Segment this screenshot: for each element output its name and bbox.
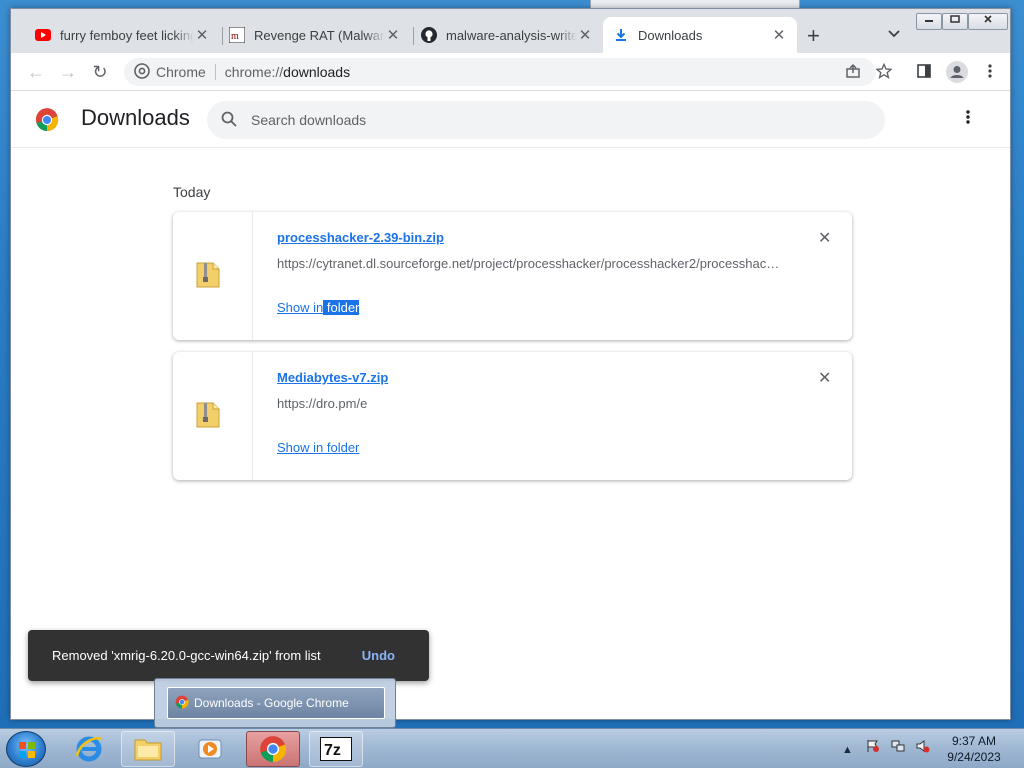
search-input[interactable]: [251, 112, 851, 128]
forward-button[interactable]: →: [57, 61, 79, 83]
internet-explorer-icon[interactable]: [62, 731, 116, 767]
close-window-button[interactable]: [968, 13, 1008, 30]
url-scheme: chrome://: [224, 64, 284, 80]
download-filename-link[interactable]: processhacker-2.39-bin.zip: [277, 230, 444, 245]
address-bar[interactable]: Chrome chrome://downloads: [124, 58, 876, 86]
taskbar-window-list: Downloads - Google Chrome: [154, 678, 396, 728]
chrome-taskbar-button[interactable]: [246, 731, 300, 767]
remove-from-list-button[interactable]: ✕: [818, 368, 831, 388]
page-title: Downloads: [81, 105, 190, 130]
youtube-icon: [35, 27, 51, 43]
tab-title: malware-analysis-writeu: [446, 27, 577, 43]
zip-file-icon: [195, 259, 221, 289]
svg-text:7z: 7z: [324, 742, 341, 759]
tab-search-chevron-icon[interactable]: [888, 27, 900, 41]
download-icon: [613, 27, 629, 43]
site-label: Chrome: [156, 64, 206, 80]
system-clock[interactable]: 9:37 AM 9/24/2023: [936, 733, 1012, 765]
malwarebazaar-icon: m: [229, 27, 245, 43]
toast-message: Removed 'xmrig-6.20.0-gcc-win64.zip' fro…: [52, 648, 321, 663]
tab-title: Revenge RAT (Malware F: [254, 27, 385, 43]
action-center-flag-icon[interactable]: [866, 740, 883, 756]
taskbar-window-item[interactable]: Downloads - Google Chrome: [167, 687, 385, 719]
download-source-url[interactable]: https://dro.pm/e: [277, 396, 782, 411]
downloads-header: Downloads: [11, 92, 1010, 148]
chrome-window: furry femboy feet licking ✕ m Revenge RA…: [10, 8, 1011, 720]
chrome-icon: [175, 695, 189, 712]
file-explorer-icon[interactable]: [121, 731, 175, 767]
show-in-folder-link[interactable]: Show in folder: [277, 440, 359, 455]
undo-button[interactable]: Undo: [362, 648, 395, 663]
download-source-url[interactable]: https://cytranet.dl.sourceforge.net/proj…: [277, 256, 782, 271]
close-tab-icon[interactable]: ✕: [194, 26, 210, 44]
back-button[interactable]: ←: [25, 61, 47, 83]
side-panel-icon[interactable]: [915, 63, 933, 81]
removed-toast: Removed 'xmrig-6.20.0-gcc-win64.zip' fro…: [28, 630, 429, 681]
tab-downloads[interactable]: Downloads ✕: [603, 17, 797, 53]
maximize-button[interactable]: [942, 13, 968, 30]
tab-title: furry femboy feet licking: [60, 27, 194, 43]
taskbar-window-title: Downloads - Google Chrome: [194, 696, 349, 710]
taskbar: 7z ▲ 9:37 AM 9/24/2023: [0, 728, 1024, 768]
download-filename-link[interactable]: Mediabytes-v7.zip: [277, 370, 388, 385]
minimize-button[interactable]: [916, 13, 942, 30]
chrome-logo-icon: [35, 108, 59, 137]
bookmark-star-icon[interactable]: [875, 62, 893, 81]
search-bar[interactable]: [207, 101, 885, 139]
remove-from-list-button[interactable]: ✕: [818, 228, 831, 248]
close-tab-icon[interactable]: ✕: [577, 26, 593, 44]
tab-strip: furry femboy feet licking ✕ m Revenge RA…: [11, 9, 1010, 53]
date-section-label: Today: [173, 184, 211, 200]
media-player-icon[interactable]: [183, 731, 237, 767]
link-text: Show in: [277, 300, 324, 315]
7zip-icon[interactable]: 7z: [309, 731, 363, 767]
show-in-folder-link[interactable]: Show in folder: [277, 300, 360, 315]
share-icon[interactable]: [844, 63, 862, 81]
downloads-menu-icon[interactable]: [966, 109, 970, 129]
clock-date: 9/24/2023: [947, 750, 1001, 764]
tab-github[interactable]: malware-analysis-writeu ✕: [411, 17, 603, 53]
browser-toolbar: ← → ↻ Chrome chrome://downloads: [11, 53, 1010, 91]
reload-button[interactable]: ↻: [89, 61, 111, 83]
download-item: Mediabytes-v7.zip https://dro.pm/e Show …: [173, 352, 852, 480]
profile-avatar-icon[interactable]: [946, 61, 968, 83]
close-tab-icon[interactable]: ✕: [385, 26, 401, 44]
start-button[interactable]: [6, 731, 46, 767]
chrome-site-icon: [134, 62, 150, 82]
url-path: downloads: [283, 64, 351, 80]
tab-title: Downloads: [638, 27, 703, 43]
downloads-page: Downloads Today: [11, 92, 1010, 719]
tab-youtube[interactable]: furry femboy feet licking ✕: [25, 17, 220, 53]
search-icon: [221, 111, 237, 130]
tab-revenge-rat[interactable]: m Revenge RAT (Malware F ✕: [219, 17, 411, 53]
clock-time: 9:37 AM: [951, 734, 997, 748]
new-tab-button[interactable]: +: [807, 25, 820, 47]
selected-link-text: folder: [323, 300, 360, 315]
show-hidden-icons-icon[interactable]: ▲: [842, 744, 853, 756]
volume-muted-icon[interactable]: [916, 740, 930, 756]
zip-file-icon: [195, 399, 221, 429]
system-tray: ▲: [842, 739, 930, 756]
network-icon[interactable]: [891, 740, 908, 756]
svg-text:m: m: [231, 31, 239, 42]
github-icon: [421, 27, 437, 43]
download-item: processhacker-2.39-bin.zip https://cytra…: [173, 212, 852, 340]
menu-kebab-icon[interactable]: [981, 63, 999, 81]
close-tab-icon[interactable]: ✕: [771, 26, 787, 44]
